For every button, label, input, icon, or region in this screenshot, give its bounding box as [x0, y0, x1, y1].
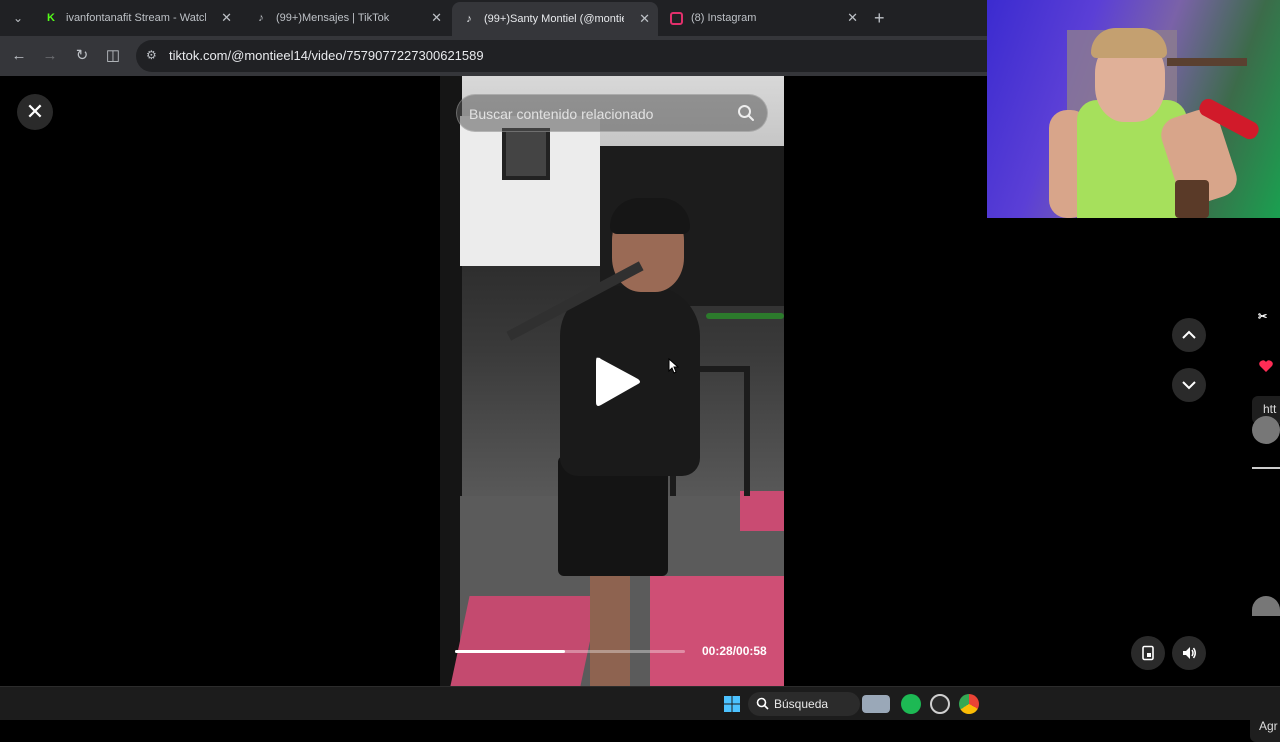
tiktok-icon: ♪: [258, 12, 264, 24]
tab-tiktok-messages[interactable]: ♪ (99+)Mensajes | TikTok ✕: [244, 4, 450, 32]
taskbar-search-label: Búsqueda: [774, 697, 829, 711]
heart-icon[interactable]: [1258, 358, 1274, 374]
miniplayer-button[interactable]: [1131, 636, 1165, 670]
video-time: 00:28/00:58: [702, 644, 767, 658]
progress-bar[interactable]: [455, 650, 685, 653]
tab-title: (99+)Mensajes | TikTok: [276, 12, 390, 24]
play-icon[interactable]: [592, 354, 642, 410]
video-player[interactable]: Buscar contenido relacionado 00:28/00:58: [440, 76, 784, 686]
capcut-icon[interactable]: ✂: [1258, 310, 1270, 323]
volume-icon: [1183, 647, 1196, 659]
tab-search-icon[interactable]: ⌄: [8, 8, 28, 28]
reload-icon[interactable]: ↻: [72, 46, 92, 66]
taskbar-search[interactable]: Búsqueda: [748, 692, 860, 716]
back-icon[interactable]: ←: [9, 46, 29, 66]
avatar[interactable]: [1252, 416, 1280, 444]
webcam-overlay: [987, 0, 1280, 218]
site-info-icon[interactable]: ⚙: [146, 48, 162, 64]
search-icon: [756, 697, 769, 710]
avatar[interactable]: [1252, 596, 1280, 616]
tiktok-icon: ♪: [466, 13, 472, 25]
next-video-button[interactable]: [1172, 368, 1206, 402]
tab-tiktok-profile[interactable]: ♪ (99+)Santy Montiel (@montieel14) ✕: [452, 2, 658, 36]
related-search-input[interactable]: Buscar contenido relacionado: [456, 94, 768, 132]
url-text: tiktok.com/@montieel14/video/75790772273…: [169, 48, 484, 63]
chrome-icon[interactable]: [959, 694, 979, 714]
tab-bar: ⌄ K ivanfontanafit Stream - Watch Live ✕…: [0, 0, 987, 36]
split-view-icon[interactable]: ◫: [103, 46, 123, 66]
instagram-icon: [670, 11, 683, 25]
steam-icon[interactable]: [930, 694, 950, 714]
search-icon[interactable]: [737, 104, 755, 122]
windows-start-icon[interactable]: [724, 696, 740, 712]
close-tab-icon[interactable]: ✕: [431, 10, 442, 26]
video-frame-rack: [440, 76, 462, 686]
new-tab-icon[interactable]: +: [874, 8, 885, 29]
progress-fill: [455, 650, 566, 653]
close-tab-icon[interactable]: ✕: [639, 11, 650, 27]
taskbar: Búsqueda: [0, 686, 1280, 720]
tab-title: (99+)Santy Montiel (@montieel14): [484, 13, 624, 25]
chevron-up-icon: [1182, 330, 1196, 339]
close-tab-icon[interactable]: ✕: [221, 10, 232, 26]
mouse-cursor-icon: [668, 358, 680, 374]
chevron-down-icon: [1182, 381, 1196, 390]
previous-video-button[interactable]: [1172, 318, 1206, 352]
widget-icon[interactable]: [862, 695, 890, 713]
search-placeholder: Buscar contenido relacionado: [469, 106, 654, 122]
spotify-icon[interactable]: [901, 694, 921, 714]
tab-title: ivanfontanafit Stream - Watch Live: [66, 12, 206, 24]
volume-button[interactable]: [1172, 636, 1206, 670]
tab-kick[interactable]: K ivanfontanafit Stream - Watch Live ✕: [34, 4, 240, 32]
kick-icon: K: [47, 12, 55, 24]
close-tab-icon[interactable]: ✕: [847, 10, 858, 26]
miniplayer-icon: [1142, 645, 1154, 661]
close-icon[interactable]: ✕: [17, 94, 53, 130]
tab-underline: [1252, 467, 1280, 469]
forward-icon[interactable]: →: [40, 46, 60, 66]
tab-title: (8) Instagram: [691, 12, 757, 24]
tab-instagram[interactable]: (8) Instagram ✕: [660, 4, 866, 32]
address-bar[interactable]: ⚙ tiktok.com/@montieel14/video/757907722…: [136, 40, 987, 72]
browser-toolbar: ← → ↻ ◫ ⚙ tiktok.com/@montieel14/video/7…: [0, 36, 987, 76]
